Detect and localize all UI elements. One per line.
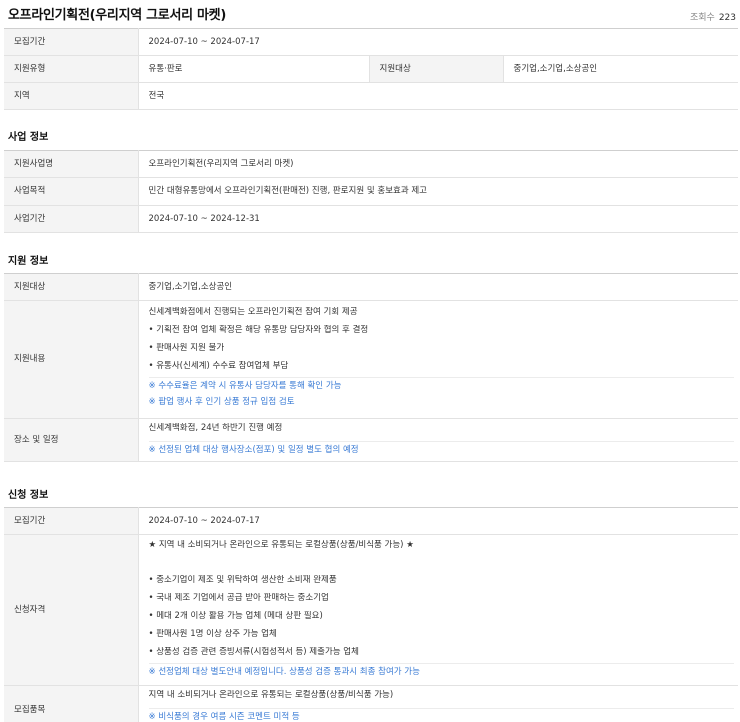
content-note: ※ 팝업 행사 후 인기 상품 정규 입점 검토 — [148, 397, 295, 407]
table-row: 지원내용 신세계백화점에서 진행되는 오프라인기획전 참여 기회 제공 기획전 … — [4, 300, 739, 419]
table-row: 신청자격 ★ 지역 내 소비되거나 온라인으로 유통되는 로컬상품(상품/비식품… — [4, 534, 739, 686]
table-row: 지원사업명 오프라인기획전(우리지역 그로서리 마켓) — [4, 150, 738, 178]
table-row: 모집품목 지역 내 소비되거나 온라인으로 유통되는 로컬상품(상품/비식품 가… — [4, 685, 738, 722]
region-value: 전국 — [138, 82, 738, 110]
content-line: 유통사(신세계) 수수료 참여업체 부담 — [149, 361, 739, 377]
purpose-label: 사업목적 — [4, 177, 139, 206]
qualification-label: 신청자격 — [4, 534, 139, 686]
business-table: 지원사업명 오프라인기획전(우리지역 그로서리 마켓) 사업목적 민간 대형유통… — [4, 150, 738, 233]
apply-period-label: 모집기간 — [4, 507, 139, 535]
table-row: 지원대상 중기업,소기업,소상공인 — [4, 273, 738, 301]
place-schedule-label: 장소 및 일정 — [4, 418, 139, 462]
place-line: 신세계백화점, 24년 하반기 진행 예정 — [148, 422, 283, 433]
view-count: 조회수 223 — [690, 10, 736, 23]
support-target-label: 지원대상 — [368, 55, 504, 83]
qualification-line: 국내 제조 기업에서 공급 받아 판매하는 중소기업 — [149, 593, 739, 611]
view-count-value: 223 — [718, 13, 736, 23]
view-count-label: 조회수 — [689, 13, 715, 23]
qualification-line: 메대 2개 이상 활용 가능 업체 (메대 상판 필요) — [149, 611, 739, 629]
table-row: 사업기간 2024-07-10 ~ 2024-12-31 — [4, 205, 738, 233]
support-section-title: 지원 정보 — [8, 256, 49, 267]
items-value: 지역 내 소비되거나 온라인으로 유통되는 로컬상품(상품/비식품 가능) ※ … — [138, 685, 738, 722]
qualification-note: ※ 선정업체 대상 별도안내 예정입니다. 상품성 검증 통과시 최종 참여가 … — [148, 667, 420, 677]
table-row: 사업목적 민간 대형유통망에서 오프라인기획전(판매전) 진행, 판로지원 및 … — [4, 177, 738, 206]
table-row: 지원유형 유통·판로 지원대상 중기업,소기업,소상공인 — [4, 55, 738, 83]
content-line: 판매사원 지원 불가 — [149, 343, 739, 361]
items-label: 모집품목 — [4, 685, 139, 722]
content-line: 기획전 참여 업체 확정은 해당 유통망 담당자와 협의 후 결정 — [149, 325, 739, 343]
place-schedule-value: 신세계백화점, 24년 하반기 진행 예정 ※ 선정된 업체 대상 행사장소(점… — [138, 418, 738, 462]
table-row: 모집기간 2024-07-10 ~ 2024-07-17 — [4, 28, 738, 56]
recruit-period-label: 모집기간 — [4, 28, 139, 56]
support-type-value: 유통·판로 — [138, 55, 369, 83]
support-table: 지원대상 중기업,소기업,소상공인 지원내용 신세계백화점에서 진행되는 오프라… — [4, 273, 738, 462]
qualification-line: 중소기업이 제조 및 위탁하여 생산한 소비재 완제품 — [149, 575, 739, 593]
place-note: ※ 선정된 업체 대상 행사장소(점포) 및 일정 별도 협의 예정 — [148, 444, 359, 455]
table-row: 모집기간 2024-07-10 ~ 2024-07-17 — [4, 507, 738, 535]
items-line: 지역 내 소비되거나 온라인으로 유통되는 로컬상품(상품/비식품 가능) — [148, 690, 394, 700]
support-content-value: 신세계백화점에서 진행되는 오프라인기획전 참여 기회 제공 기획전 참여 업체… — [138, 300, 739, 419]
page-title: 오프라인기획전(우리지역 그로서리 마켓) — [8, 8, 226, 23]
table-row: 지역 전국 — [4, 82, 738, 110]
region-label: 지역 — [4, 82, 139, 110]
qualification-line: 판매사원 1명 이상 상주 가능 업체 — [149, 629, 739, 647]
business-section-title: 사업 정보 — [8, 132, 49, 143]
business-period-value: 2024-07-10 ~ 2024-12-31 — [138, 205, 738, 233]
summary-table: 모집기간 2024-07-10 ~ 2024-07-17 지원유형 유통·판로 … — [4, 28, 738, 110]
purpose-value: 민간 대형유통망에서 오프라인기획전(판매전) 진행, 판로지원 및 홍보효과 … — [138, 177, 738, 206]
apply-table: 모집기간 2024-07-10 ~ 2024-07-17 신청자격 ★ 지역 내… — [4, 507, 738, 722]
support-content-label: 지원내용 — [4, 300, 139, 419]
apply-period-value: 2024-07-10 ~ 2024-07-17 — [138, 507, 738, 535]
page-header: 오프라인기획전(우리지역 그로서리 마켓) 조회수 223 — [8, 0, 738, 26]
items-note: ※ 비식품의 경우 여름 시즌 코멘트 미적 등 — [148, 712, 300, 722]
apply-section-title: 신청 정보 — [8, 490, 49, 501]
business-period-label: 사업기간 — [4, 205, 139, 233]
support-target-label: 지원대상 — [4, 273, 139, 301]
content-note: ※ 수수료율은 계약 시 유통사 담당자를 통해 확인 가능 — [148, 381, 342, 391]
qualification-line: 상품성 검증 관련 증빙서류(시험성적서 등) 제출가능 업체 — [149, 647, 739, 663]
content-line: 신세계백화점에서 진행되는 오프라인기획전 참여 기회 제공 — [148, 307, 358, 317]
qualification-headline: ★ 지역 내 소비되거나 온라인으로 유통되는 로컬상품(상품/비식품 가능) … — [148, 540, 414, 550]
program-name-label: 지원사업명 — [4, 150, 139, 178]
qualification-value: ★ 지역 내 소비되거나 온라인으로 유통되는 로컬상품(상품/비식품 가능) … — [138, 534, 739, 686]
program-name-value: 오프라인기획전(우리지역 그로서리 마켓) — [138, 150, 738, 178]
table-row: 장소 및 일정 신세계백화점, 24년 하반기 진행 예정 ※ 선정된 업체 대… — [4, 418, 738, 462]
support-type-label: 지원유형 — [4, 55, 139, 83]
recruit-period-value: 2024-07-10 ~ 2024-07-17 — [138, 28, 738, 56]
support-target-value: 중기업,소기업,소상공인 — [138, 273, 738, 301]
support-target-value: 중기업,소기업,소상공인 — [503, 55, 738, 83]
